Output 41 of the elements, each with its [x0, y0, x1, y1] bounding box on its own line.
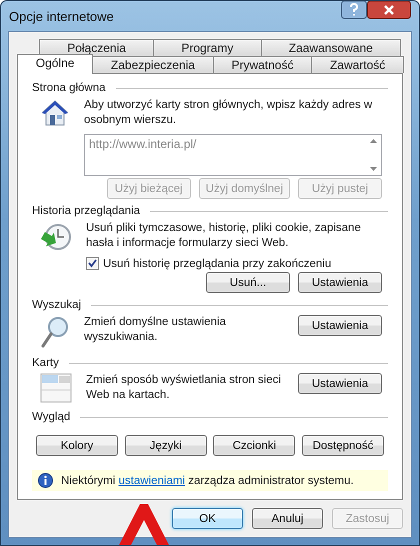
button[interactable]: Kolory: [36, 435, 118, 456]
tab[interactable]: Prywatność: [212, 56, 312, 73]
section-title: Strona główna: [32, 82, 106, 94]
button[interactable]: Dostępność: [302, 435, 384, 456]
window-title: Opcje internetowe: [9, 8, 114, 24]
tab[interactable]: Zabezpieczenia: [92, 56, 214, 73]
settings-link[interactable]: ustawieniami: [118, 474, 185, 486]
info-icon: [38, 473, 53, 488]
button[interactable]: Języki: [124, 435, 207, 456]
description-text: Usuń pliki tymczasowe, historię, pliki cookie, zapisane hasła i informacje formularzy sieci Web.: [86, 221, 362, 251]
checkbox-label: Usuń historię przeglądania przy zakończeniu: [103, 258, 332, 270]
button[interactable]: Usuń...: [206, 272, 290, 293]
settings-button[interactable]: Ustawienia: [298, 373, 382, 394]
tab[interactable]: Zawartość: [311, 56, 404, 73]
settings-button[interactable]: Ustawienia: [298, 315, 382, 336]
chevron-up-icon: [118, 504, 170, 545]
section-title: Wyszukaj: [32, 299, 82, 311]
house-icon: [40, 98, 70, 128]
magnifier-icon: [40, 315, 70, 349]
tab[interactable]: Ogólne: [17, 54, 94, 74]
tab[interactable]: Połączenia: [39, 39, 154, 56]
help-icon[interactable]: [341, 1, 367, 19]
tab[interactable]: Zaawansowane: [260, 39, 402, 56]
button[interactable]: Ustawienia: [298, 272, 382, 293]
description-text: Zmień sposób wyświetlania stron sieci Web na kartach.: [86, 373, 282, 403]
section-title: Historia przeglądania: [32, 205, 140, 217]
description-text: Zmień domyślne ustawienia wyszukiwania.: [84, 315, 227, 345]
button[interactable]: OK: [172, 508, 243, 529]
button[interactable]: Czcionki: [213, 435, 296, 456]
checkbox[interactable]: [86, 257, 99, 270]
button[interactable]: Anuluj: [252, 508, 323, 529]
scroll-up-icon: [370, 139, 377, 143]
clock-icon: [40, 221, 72, 253]
notice-text: Niektórymi ustawieniami zarządza administrator systemu.: [61, 474, 354, 486]
close-icon[interactable]: [367, 1, 411, 19]
description-text: Aby utworzyć karty stron głównych, wpisz każdy adres w osobnym wierszu.: [84, 98, 374, 128]
tabbed-window-icon: [40, 373, 72, 403]
tab[interactable]: Programy: [153, 39, 262, 56]
scroll-down-icon: [370, 167, 377, 171]
section-title: Wygląd: [32, 411, 70, 423]
section-title: Karty: [32, 357, 59, 369]
